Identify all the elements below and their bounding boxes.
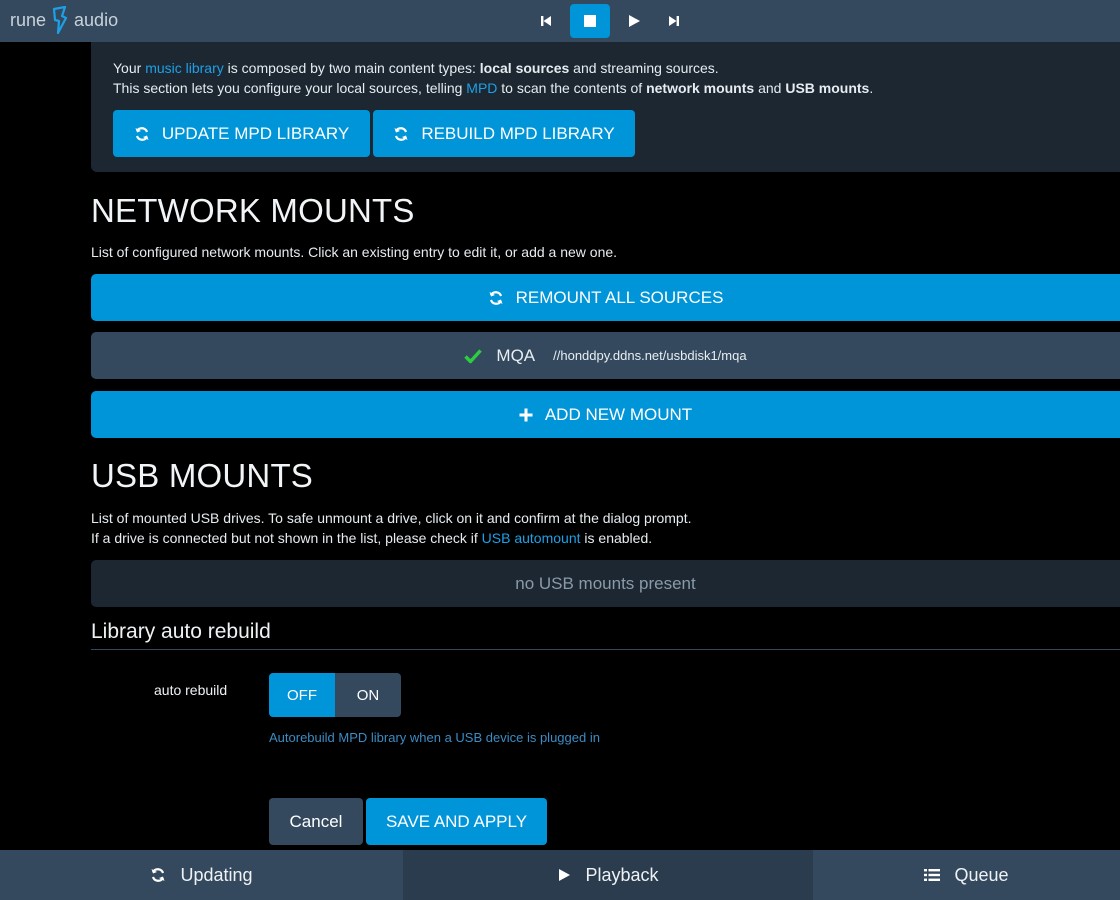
- library-auto-rebuild-title: Library auto rebuild: [91, 620, 271, 643]
- refresh-icon: [394, 126, 408, 141]
- top-bar: rune audio: [0, 0, 1120, 42]
- save-and-apply-button[interactable]: SAVE AND APPLY: [366, 798, 547, 845]
- usb-mounts-title: USB MOUNTS: [91, 457, 314, 494]
- bottom-nav: Updating Playback Queue: [0, 850, 1120, 900]
- play-button[interactable]: [618, 4, 650, 38]
- intro-box: Your music library is composed by two ma…: [91, 42, 1120, 172]
- update-mpd-library-button[interactable]: UPDATE MPD LIBRARY: [113, 110, 370, 157]
- mount-path: //honddpy.ddns.net/usbdisk1/mqa: [553, 348, 747, 363]
- auto-rebuild-toggle: OFF ON: [269, 673, 401, 717]
- app-logo[interactable]: rune audio: [10, 6, 118, 34]
- nav-playback[interactable]: Playback: [403, 850, 813, 900]
- network-mounts-description: List of configured network mounts. Click…: [91, 244, 618, 260]
- usb-mounts-description-1: List of mounted USB drives. To safe unmo…: [91, 510, 692, 526]
- nav-queue[interactable]: Queue: [813, 850, 1120, 900]
- rebuild-mpd-library-button[interactable]: REBUILD MPD LIBRARY: [373, 110, 635, 157]
- next-icon: [669, 16, 679, 26]
- network-mounts-title: NETWORK MOUNTS: [91, 192, 415, 229]
- auto-rebuild-on-option[interactable]: ON: [335, 673, 401, 717]
- logo-text-audio: audio: [74, 9, 119, 30]
- logo-text-rune: rune: [10, 9, 47, 30]
- network-mount-row[interactable]: MQA //honddpy.ddns.net/usbdisk1/mqa: [91, 332, 1120, 379]
- intro-line-1: Your music library is composed by two ma…: [113, 60, 719, 76]
- previous-button[interactable]: [530, 4, 562, 38]
- usb-mounts-empty: no USB mounts present: [91, 560, 1120, 607]
- play-icon: [559, 869, 571, 881]
- transport-controls: [530, 4, 690, 38]
- rune-logo-icon: [52, 6, 68, 34]
- nav-updating[interactable]: Updating: [0, 850, 403, 900]
- mpd-link[interactable]: MPD: [466, 80, 497, 96]
- cancel-button[interactable]: Cancel: [269, 798, 363, 845]
- auto-rebuild-help: Autorebuild MPD library when a USB devic…: [269, 730, 600, 745]
- refresh-icon: [135, 126, 149, 141]
- list-icon: [924, 869, 941, 881]
- stop-icon: [584, 15, 596, 27]
- next-button[interactable]: [658, 4, 690, 38]
- add-new-mount-button[interactable]: ADD NEW MOUNT: [91, 391, 1120, 438]
- library-actions: UPDATE MPD LIBRARY REBUILD MPD LIBRARY: [113, 110, 635, 157]
- plus-icon: [519, 408, 533, 421]
- previous-icon: [541, 16, 551, 26]
- usb-automount-link[interactable]: USB automount: [482, 530, 581, 546]
- usb-mounts-description-2: If a drive is connected but not shown in…: [91, 530, 653, 546]
- check-icon: [464, 348, 483, 363]
- auto-rebuild-off-option[interactable]: OFF: [269, 673, 335, 717]
- stop-button[interactable]: [570, 4, 610, 38]
- play-icon: [629, 15, 640, 27]
- intro-line-2: This section lets you configure your loc…: [113, 80, 874, 96]
- remount-all-sources-button[interactable]: REMOUNT ALL SOURCES: [91, 274, 1120, 321]
- sources-settings-panel: Your music library is composed by two ma…: [91, 42, 1120, 850]
- mount-name: MQA: [496, 345, 536, 365]
- refresh-icon: [151, 868, 165, 882]
- auto-rebuild-label: auto rebuild: [154, 682, 228, 698]
- music-library-link[interactable]: music library: [145, 60, 224, 76]
- refresh-icon: [489, 290, 503, 305]
- section-divider: [91, 649, 1120, 650]
